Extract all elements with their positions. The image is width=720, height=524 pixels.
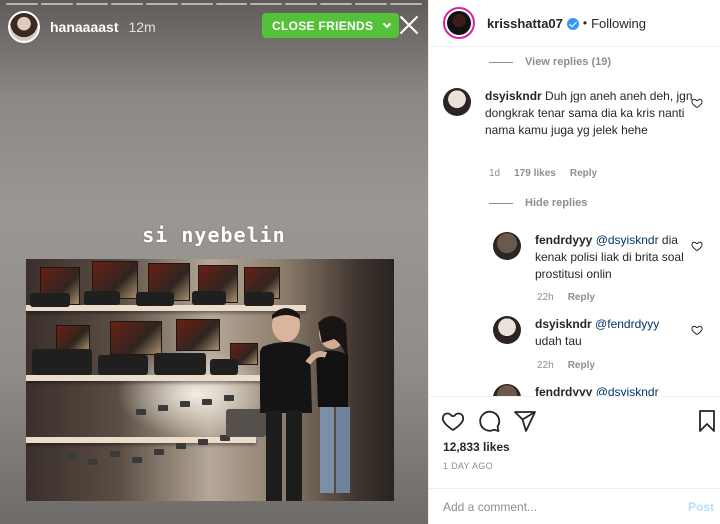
story-progress-segment: [285, 3, 318, 5]
comment-username[interactable]: fendrdyyy: [535, 233, 592, 247]
hide-replies-button[interactable]: Hide replies: [489, 197, 587, 209]
story-username[interactable]: hanaaaast: [50, 19, 118, 35]
story-viewer[interactable]: hanaaaast 12m CLOSE FRIENDS si nyebelin: [0, 0, 428, 524]
reply-comment: dsyiskndr @fendrdyyy udah tau: [493, 316, 703, 350]
story-progress-segment: [75, 3, 108, 5]
comment-mention[interactable]: @fendrdyyy: [595, 317, 659, 331]
post-panel: krisshatta07 • Following View replies (1…: [428, 0, 720, 524]
story-progress-segment: [110, 3, 143, 5]
post-date: 1 DAY AGO: [443, 461, 493, 471]
comment-composer: Post: [429, 488, 720, 524]
comment-age: 1d: [489, 168, 501, 179]
paper-plane-icon[interactable]: [513, 409, 537, 433]
story-caption: si nyebelin: [142, 223, 286, 247]
comment-meta: 22h Reply: [537, 292, 595, 303]
verified-badge-icon: [566, 18, 579, 30]
reply-button[interactable]: Reply: [568, 360, 595, 371]
heart-icon[interactable]: [691, 324, 703, 336]
comment-username[interactable]: dsyiskndr: [535, 317, 592, 331]
chevron-down-icon: [383, 19, 392, 29]
post-author-username[interactable]: krisshatta07: [487, 16, 563, 31]
poster: [110, 321, 162, 355]
poster: [56, 325, 90, 351]
view-replies-button[interactable]: View replies (19): [489, 56, 611, 68]
story-progress-segment: [180, 3, 213, 5]
comment-text: udah tau: [535, 334, 582, 348]
camera: [154, 353, 206, 375]
commenter-avatar[interactable]: [493, 316, 521, 344]
post-author-avatar[interactable]: [443, 7, 475, 39]
commenter-avatar[interactable]: [443, 88, 471, 116]
camera: [30, 293, 70, 307]
commenter-avatar[interactable]: [493, 232, 521, 260]
reply-comment: fendrdyyy @dsyiskndr dia kenak polisi li…: [493, 232, 703, 283]
comment-meta: 22h Reply: [537, 360, 595, 371]
story-progress-segment: [390, 3, 423, 5]
comment-age: 22h: [537, 292, 554, 303]
close-friends-badge[interactable]: CLOSE FRIENDS: [262, 13, 400, 38]
bookmark-icon[interactable]: [695, 409, 719, 433]
camera: [32, 349, 92, 375]
camera: [98, 355, 148, 375]
post-header: krisshatta07 • Following: [429, 0, 720, 47]
story-timestamp: 12m: [128, 19, 156, 35]
story-progress-segment: [145, 3, 178, 5]
camera: [192, 291, 226, 305]
close-icon[interactable]: [398, 14, 420, 36]
comment-likes[interactable]: 179 likes: [514, 168, 556, 179]
camera: [210, 359, 238, 375]
story-progress-segment: [355, 3, 388, 5]
commenter-avatar[interactable]: [493, 384, 521, 396]
heart-icon[interactable]: [441, 409, 465, 433]
comment-username[interactable]: dsyiskndr: [485, 89, 542, 103]
comment-mention[interactable]: @dsyiskndr: [596, 233, 659, 247]
likes-count[interactable]: 12,833 likes: [443, 440, 510, 454]
heart-icon[interactable]: [691, 97, 703, 109]
story-progress-bar: [6, 3, 423, 5]
shelf: [26, 375, 266, 381]
comment: dsyiskndr Duh jgn aneh aneh deh, jgn don…: [443, 88, 693, 139]
story-progress-segment: [250, 3, 283, 5]
story-photo: [26, 259, 394, 501]
heart-icon[interactable]: [691, 240, 703, 252]
story-progress-segment: [215, 3, 248, 5]
comment-input[interactable]: [443, 498, 663, 516]
story-avatar[interactable]: [8, 11, 40, 43]
reply-button[interactable]: Reply: [570, 168, 597, 179]
reply-button[interactable]: Reply: [568, 292, 595, 303]
close-friends-label: CLOSE FRIENDS: [272, 18, 374, 33]
comment-meta: 1d 179 likes Reply: [489, 168, 597, 179]
story-progress-segment: [320, 3, 353, 5]
story-progress-segment: [40, 3, 73, 5]
story-header: hanaaaast 12m CLOSE FRIENDS: [8, 10, 420, 44]
separator: •: [582, 16, 588, 30]
following-button[interactable]: Following: [591, 16, 646, 31]
people-figures: [260, 308, 350, 501]
camera: [84, 291, 120, 305]
post-button[interactable]: Post: [688, 500, 714, 514]
comment-age: 22h: [537, 360, 554, 371]
comments-list[interactable]: View replies (19) dsyiskndr Duh jgn aneh…: [429, 48, 720, 396]
camera: [136, 292, 174, 306]
reply-comment: fendrdyyy @dsyiskndr: [493, 384, 703, 396]
comment-icon[interactable]: [477, 409, 501, 433]
comment-username[interactable]: fendrdyyy: [535, 385, 592, 396]
story-progress-segment: [6, 3, 38, 5]
poster: [176, 319, 220, 351]
comment-mention[interactable]: @dsyiskndr: [596, 385, 659, 396]
